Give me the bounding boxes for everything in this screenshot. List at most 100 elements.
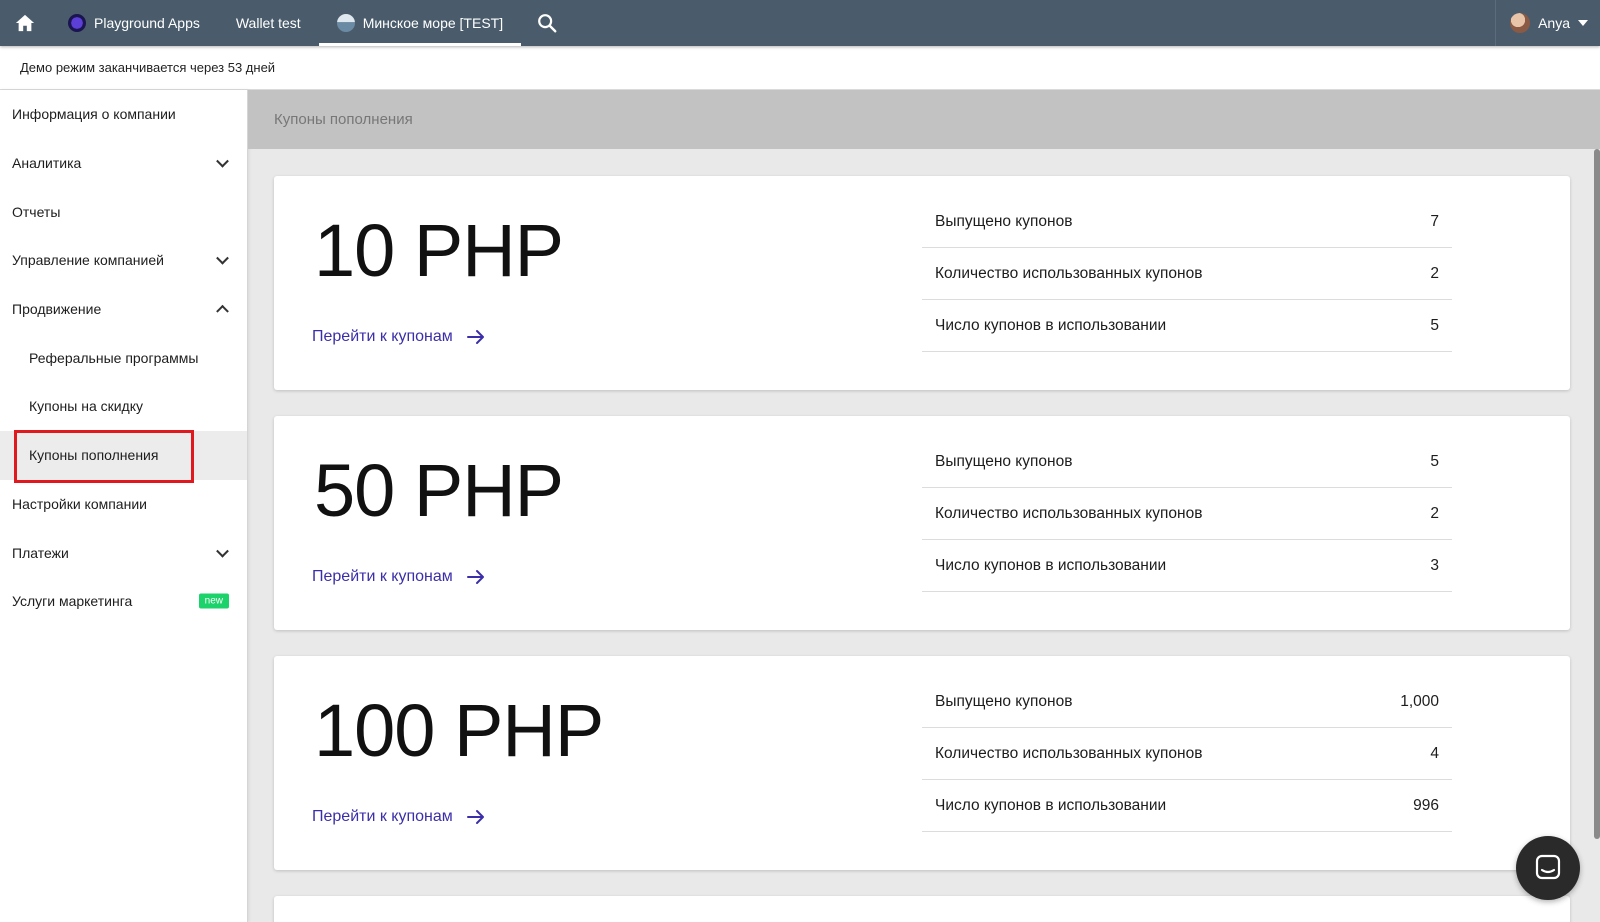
arrow-right-icon bbox=[466, 570, 484, 584]
sidebar-item-reports[interactable]: Отчеты bbox=[0, 187, 247, 236]
sidebar-item-discount-coupons[interactable]: Купоны на скидку bbox=[0, 382, 247, 431]
arrow-right-icon bbox=[466, 330, 484, 344]
sidebar-item-marketing-services[interactable]: Услуги маркетинга new bbox=[0, 577, 247, 626]
sidebar-item-label: Информация о компании bbox=[12, 106, 176, 123]
go-to-coupons-link[interactable]: Перейти к купонам bbox=[312, 568, 485, 586]
sidebar-item-label: Отчеты bbox=[12, 203, 61, 220]
section-header: Купоны пополнения bbox=[248, 90, 1600, 149]
minsk-sea-app-icon bbox=[336, 14, 355, 32]
chevron-up-icon bbox=[216, 304, 229, 318]
home-icon bbox=[15, 14, 35, 32]
sidebar-item-label: Платежи bbox=[12, 544, 69, 561]
sidebar-item-label: Купоны на скидку bbox=[29, 398, 144, 415]
sidebar-item-company-info[interactable]: Информация о компании bbox=[0, 90, 247, 139]
stat-value: 1,000 bbox=[1400, 692, 1439, 710]
tab-minsk-sea[interactable]: Минское море [TEST] bbox=[318, 0, 522, 46]
stat-row: Выпущено купонов 1,000 bbox=[922, 676, 1452, 728]
stat-value: 4 bbox=[1430, 744, 1439, 762]
stat-label: Выпущено купонов bbox=[935, 212, 1073, 230]
chevron-down-icon bbox=[216, 544, 229, 558]
coupon-amount: 50 PHP bbox=[314, 449, 564, 532]
caret-down-icon bbox=[1578, 20, 1588, 26]
sidebar-item-label: Продвижение bbox=[12, 301, 102, 318]
stat-value: 7 bbox=[1430, 212, 1439, 230]
sidebar-item-label: Реферальные программы bbox=[29, 349, 199, 366]
stat-row: Выпущено купонов 5 bbox=[922, 436, 1452, 488]
sidebar: Информация о компании Аналитика Отчеты У… bbox=[0, 90, 248, 922]
chat-launcher-button[interactable] bbox=[1516, 836, 1580, 900]
sidebar-item-label: Аналитика bbox=[12, 155, 82, 172]
coupon-card-partial bbox=[274, 896, 1570, 922]
coupon-card: 10 PHP Перейти к купонам Выпущено купоно… bbox=[274, 176, 1570, 390]
user-menu[interactable]: Anya bbox=[1495, 0, 1600, 46]
link-label: Перейти к купонам bbox=[312, 568, 453, 585]
tab-playground-apps[interactable]: Playground Apps bbox=[50, 0, 218, 46]
page-title: Купоны пополнения bbox=[274, 111, 413, 128]
demo-notice-bar: Демо режим заканчивается через 53 дней bbox=[0, 46, 1600, 90]
sidebar-item-label: Настройки компании bbox=[12, 495, 147, 512]
arrow-right-icon bbox=[466, 810, 484, 824]
sidebar-item-payments[interactable]: Платежи bbox=[0, 528, 247, 577]
stat-value: 996 bbox=[1413, 796, 1439, 814]
link-label: Перейти к купонам bbox=[312, 808, 453, 825]
stat-value: 2 bbox=[1430, 504, 1439, 522]
stat-row: Количество использованных купонов 4 bbox=[922, 728, 1452, 780]
sidebar-item-label: Услуги маркетинга bbox=[12, 593, 133, 610]
sidebar-item-company-settings[interactable]: Настройки компании bbox=[0, 480, 247, 529]
tab-label: Wallet test bbox=[235, 15, 301, 31]
sidebar-item-promotion[interactable]: Продвижение bbox=[0, 285, 247, 334]
coupon-card: 100 PHP Перейти к купонам Выпущено купон… bbox=[274, 656, 1570, 870]
stat-row: Количество использованных купонов 2 bbox=[922, 488, 1452, 540]
stat-label: Число купонов в использовании bbox=[935, 556, 1167, 574]
sidebar-item-analytics[interactable]: Аналитика bbox=[0, 139, 247, 188]
stat-row: Число купонов в использовании 5 bbox=[922, 300, 1452, 352]
tab-label: Playground Apps bbox=[94, 15, 200, 31]
coupon-stats: Выпущено купонов 7 Количество использован… bbox=[922, 196, 1452, 352]
stat-label: Выпущено купонов bbox=[935, 452, 1073, 470]
chevron-down-icon bbox=[216, 252, 229, 265]
demo-notice-text: Демо режим заканчивается через 53 дней bbox=[20, 60, 276, 75]
stat-label: Выпущено купонов bbox=[935, 692, 1073, 710]
stat-row: Число купонов в использовании 3 bbox=[922, 540, 1452, 592]
stat-value: 3 bbox=[1430, 556, 1439, 574]
search-icon bbox=[538, 14, 557, 33]
search-button[interactable] bbox=[521, 0, 573, 46]
sidebar-item-referral-programs[interactable]: Реферальные программы bbox=[0, 333, 247, 382]
main-content: Купоны пополнения 10 PHP Перейти к купон… bbox=[248, 90, 1600, 922]
tab-label: Минское море [TEST] bbox=[362, 15, 504, 31]
stat-label: Количество использованных купонов bbox=[935, 744, 1203, 762]
stat-label: Количество использованных купонов bbox=[935, 504, 1203, 522]
stat-value: 5 bbox=[1430, 452, 1439, 470]
scrollbar[interactable] bbox=[1594, 149, 1600, 839]
stat-row: Выпущено купонов 7 bbox=[922, 196, 1452, 248]
sidebar-item-topup-coupons[interactable]: Купоны пополнения bbox=[0, 430, 247, 480]
stat-value: 5 bbox=[1430, 316, 1439, 334]
stat-label: Число купонов в использовании bbox=[935, 316, 1167, 334]
tab-wallet-test[interactable]: Wallet test bbox=[218, 0, 319, 46]
chevron-down-icon bbox=[216, 154, 229, 168]
coupon-stats: Выпущено купонов 1,000 Количество использ… bbox=[922, 676, 1452, 832]
playground-app-icon bbox=[68, 14, 86, 32]
sidebar-item-label: Купоны пополнения bbox=[29, 447, 159, 464]
sidebar-item-label: Управление компанией bbox=[12, 252, 164, 269]
link-label: Перейти к купонам bbox=[312, 328, 453, 345]
stat-label: Количество использованных купонов bbox=[935, 264, 1203, 282]
coupon-card: 50 PHP Перейти к купонам Выпущено купоно… bbox=[274, 416, 1570, 630]
top-navigation-bar: Playground Apps Wallet test Минское море… bbox=[0, 0, 1600, 46]
coupon-amount: 100 PHP bbox=[314, 689, 604, 772]
go-to-coupons-link[interactable]: Перейти к купонам bbox=[312, 328, 485, 346]
user-name: Anya bbox=[1538, 15, 1570, 31]
sidebar-item-company-management[interactable]: Управление компанией bbox=[0, 236, 247, 285]
coupon-amount: 10 PHP bbox=[314, 209, 564, 292]
stat-label: Число купонов в использовании bbox=[935, 796, 1167, 814]
avatar bbox=[1510, 13, 1531, 33]
stat-row: Число купонов в использовании 996 bbox=[922, 780, 1452, 832]
stat-row: Количество использованных купонов 2 bbox=[922, 248, 1452, 300]
home-button[interactable] bbox=[0, 0, 50, 46]
go-to-coupons-link[interactable]: Перейти к купонам bbox=[312, 808, 485, 826]
coupon-stats: Выпущено купонов 5 Количество использован… bbox=[922, 436, 1452, 592]
stat-value: 2 bbox=[1430, 264, 1439, 282]
new-badge: new bbox=[198, 593, 229, 609]
chat-icon bbox=[1535, 854, 1561, 880]
